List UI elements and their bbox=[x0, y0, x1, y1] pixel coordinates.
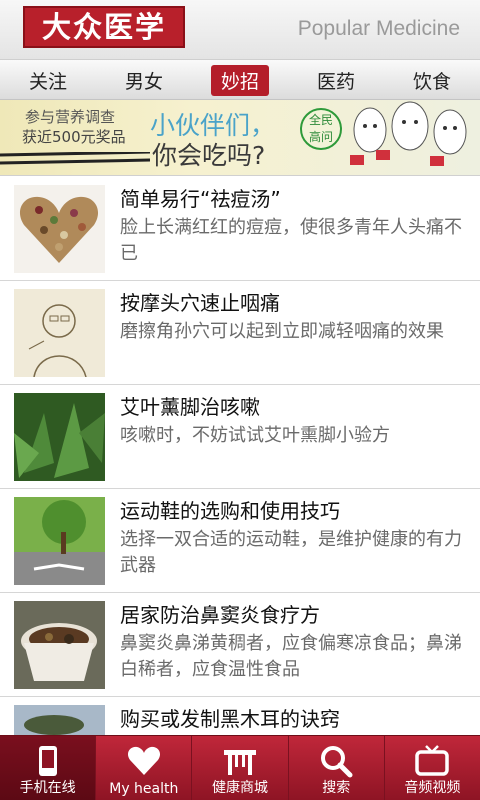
cartoon-characters-image bbox=[350, 101, 467, 166]
item-desc: 选择一双合适的运动鞋，是维护健康的有力武器 bbox=[120, 529, 462, 576]
item-desc: 脸上长满红红的痘痘，使很多青年人头痛不已 bbox=[120, 217, 462, 264]
item-title: 简单易行“祛痘汤” bbox=[120, 187, 281, 211]
item-title: 运动鞋的选购和使用技巧 bbox=[120, 499, 340, 523]
sketch-portrait-image bbox=[14, 289, 105, 377]
list-item[interactable]: 购买或发制黑木耳的诀窍 bbox=[0, 697, 480, 735]
nav-label: 音频视频 bbox=[404, 780, 461, 796]
list-item[interactable]: 按摩头穴速止咽痛 磨擦角孙穴可以起到立即减轻咽痛的效果 bbox=[0, 281, 480, 385]
nav-label: My health bbox=[109, 781, 179, 797]
nav-health-mall[interactable]: 健康商城 bbox=[192, 736, 289, 800]
app-header: 大众医学 Popular Medicine bbox=[0, 0, 480, 60]
banner-line2: 获近500元奖品 bbox=[22, 128, 126, 146]
tab-follow[interactable]: 关注 bbox=[0, 60, 96, 100]
app-logo: 大众医学 bbox=[23, 6, 185, 48]
banner-headline2: 你会吃吗? bbox=[152, 141, 266, 170]
item-title: 居家防治鼻窦炎食疗方 bbox=[120, 603, 320, 627]
nav-label: 搜索 bbox=[322, 780, 351, 796]
item-title: 艾叶薰脚治咳嗽 bbox=[120, 395, 260, 419]
nav-mobile-online[interactable]: 手机在线 bbox=[0, 736, 97, 800]
app-subtitle: Popular Medicine bbox=[297, 17, 460, 40]
list-item[interactable]: 艾叶薰脚治咳嗽 咳嗽时，不妨试试艾叶熏脚小验方 bbox=[0, 385, 480, 489]
heart-icon bbox=[127, 746, 160, 775]
shop-icon bbox=[224, 750, 256, 775]
article-list: 简单易行“祛痘汤” 脸上长满红红的痘痘，使很多青年人头痛不已 按摩头穴速止咽痛 … bbox=[0, 177, 480, 735]
search-icon bbox=[321, 746, 353, 778]
chopsticks-image bbox=[0, 152, 150, 165]
tab-gender[interactable]: 男女 bbox=[96, 60, 192, 100]
list-item[interactable]: 运动鞋的选购和使用技巧 选择一双合适的运动鞋，是维护健康的有力武器 bbox=[0, 489, 480, 593]
phone-icon bbox=[38, 746, 57, 776]
nav-audio-video[interactable]: 音频视频 bbox=[385, 736, 480, 800]
tab-diet[interactable]: 饮食 bbox=[384, 60, 480, 100]
tab-medicine[interactable]: 医药 bbox=[288, 60, 384, 100]
fungus-image bbox=[14, 705, 105, 735]
list-item[interactable]: 居家防治鼻窦炎食疗方 鼻窦炎鼻涕黄稠者，应食偏寒凉食品；鼻涕白稀者，应食温性食品 bbox=[0, 593, 480, 697]
nav-label: 健康商城 bbox=[212, 780, 268, 796]
category-tabs: 关注 男女 妙招 医药 饮食 bbox=[0, 60, 480, 100]
nav-label: 手机在线 bbox=[19, 780, 76, 796]
bottom-nav: 手机在线 My health 健康商城 搜索 音频视频 bbox=[0, 735, 480, 800]
item-desc: 咳嗽时，不妨试试艾叶熏脚小验方 bbox=[120, 425, 390, 446]
tv-icon bbox=[415, 745, 450, 776]
promo-banner[interactable]: 参与营养调查 获近500元奖品 小伙伴们， 你会吃吗? 全民 高问 bbox=[0, 100, 480, 176]
soup-bowl-image bbox=[14, 601, 105, 689]
item-title: 按摩头穴速止咽痛 bbox=[120, 291, 280, 315]
item-desc: 磨擦角孙穴可以起到立即减轻咽痛的效果 bbox=[120, 321, 444, 342]
banner-line1: 参与营养调查 bbox=[25, 108, 116, 126]
item-title: 购买或发制黑木耳的诀窍 bbox=[120, 707, 340, 731]
nav-my-health[interactable]: My health bbox=[96, 736, 193, 800]
nav-search[interactable]: 搜索 bbox=[289, 736, 385, 800]
item-desc: 鼻窦炎鼻涕黄稠者，应食偏寒凉食品；鼻涕白稀者，应食温性食品 bbox=[120, 633, 462, 680]
list-item[interactable]: 简单易行“祛痘汤” 脸上长满红红的痘痘，使很多青年人头痛不已 bbox=[0, 177, 480, 281]
tree-road-image bbox=[14, 497, 105, 585]
banner-badge: 全民 高问 bbox=[300, 108, 342, 150]
tab-tips[interactable]: 妙招 bbox=[192, 60, 288, 100]
heart-beans-image bbox=[14, 185, 105, 273]
mugwort-leaves-image bbox=[14, 393, 105, 481]
